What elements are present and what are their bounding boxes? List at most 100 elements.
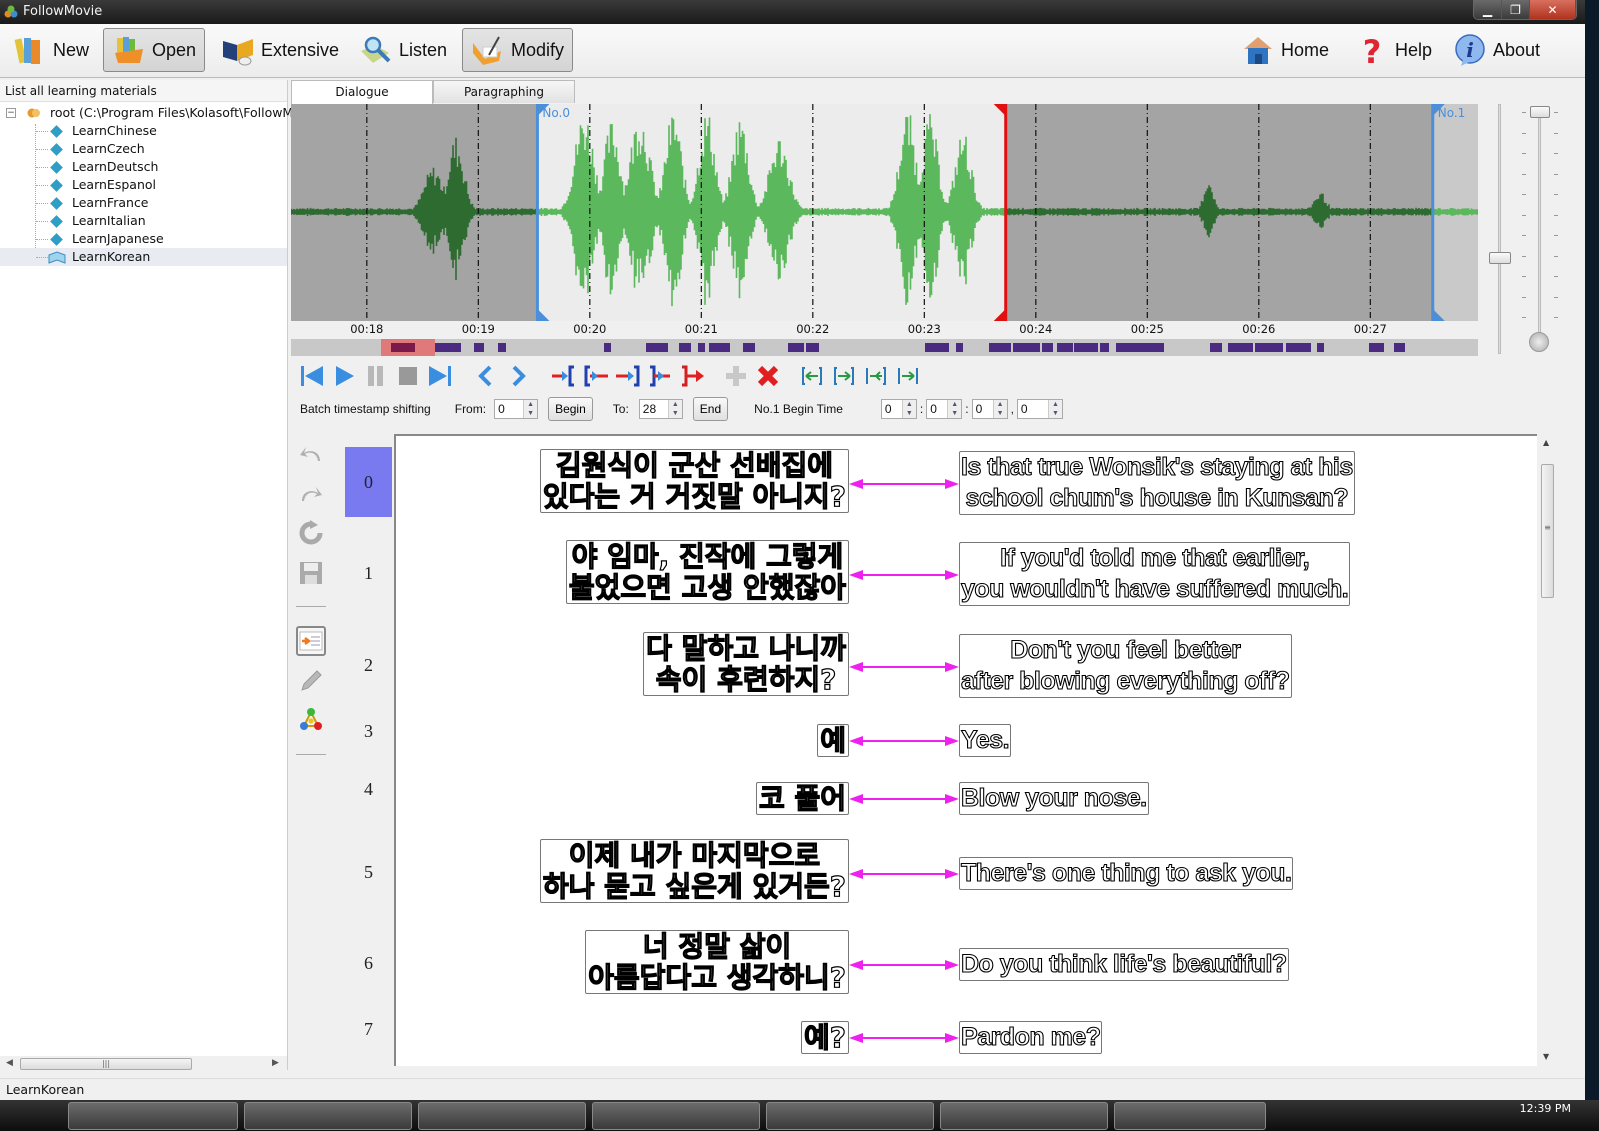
stop-button[interactable] — [392, 362, 424, 390]
subtitle-segment[interactable] — [709, 343, 730, 352]
tab-paragraphing[interactable]: Paragraphing — [433, 80, 575, 103]
seconds-spinner[interactable]: 0 ▲ ▼ — [971, 399, 1008, 419]
korean-subtitle[interactable]: 코 풀어 — [755, 782, 849, 815]
subtitle-segment[interactable] — [646, 343, 668, 352]
subtitle-segment[interactable] — [788, 343, 804, 352]
minutes-spinner[interactable]: 0 ▲ ▼ — [926, 399, 963, 419]
set-end-button[interactable] — [612, 362, 644, 390]
end-button[interactable]: End — [692, 397, 729, 421]
waveform-view[interactable]: No.0 No.1 — [291, 104, 1478, 321]
taskbar-button[interactable] — [766, 1102, 934, 1130]
scroll-down-arrow[interactable]: ▼ — [1543, 1052, 1549, 1061]
modify-button[interactable]: Modify — [462, 28, 574, 72]
sidebar-item[interactable]: LearnDeutsch — [0, 158, 287, 176]
korean-subtitle[interactable]: 이제 내가 마지막으로 하나 묻고 싶은게 있거든? — [539, 839, 849, 903]
subtitle-segment[interactable] — [1255, 343, 1283, 352]
row-index[interactable]: 0 — [345, 447, 392, 517]
link-arrow-icon[interactable] — [849, 868, 959, 880]
korean-subtitle[interactable]: 예 — [817, 724, 849, 757]
link-arrow-icon[interactable] — [849, 1032, 959, 1044]
subtitle-segment[interactable] — [1369, 343, 1384, 352]
korean-subtitle[interactable]: 김원식이 군산 선배집에 있다는 거 거짓말 아니지? — [539, 449, 849, 513]
shift-begin-left-button[interactable] — [796, 362, 828, 390]
english-subtitle[interactable]: Do you think life's beautiful? — [959, 948, 1289, 981]
row-index[interactable]: 3 — [345, 714, 392, 748]
move-begin-button[interactable] — [580, 362, 612, 390]
spinner-arrows[interactable]: ▲ ▼ — [1047, 400, 1062, 418]
home-button[interactable]: Home — [1232, 28, 1338, 72]
subtitle-segment[interactable] — [989, 343, 1011, 352]
subtitle-segment[interactable] — [1116, 343, 1164, 352]
subtitle-segment[interactable] — [1057, 343, 1073, 352]
link-arrow-icon[interactable] — [849, 661, 959, 673]
row-index[interactable]: 1 — [345, 538, 392, 608]
korean-subtitle[interactable]: 너 정말 삶이 아름답다고 생각하니? — [585, 930, 849, 994]
pause-button[interactable] — [360, 362, 392, 390]
korean-subtitle[interactable]: 예? — [800, 1021, 849, 1054]
collapse-toggle[interactable]: − — [6, 108, 16, 118]
spinner-arrows[interactable]: ▲ ▼ — [523, 400, 538, 418]
sidebar-item[interactable]: LearnItalian — [0, 212, 287, 230]
subtitle-segment[interactable] — [679, 343, 691, 352]
insert-line-button[interactable] — [296, 626, 326, 656]
shift-begin-right-button[interactable] — [828, 362, 860, 390]
scroll-left-arrow[interactable]: ◀ — [6, 1058, 13, 1068]
shift-end-left-button[interactable] — [860, 362, 892, 390]
subtitle-segment[interactable] — [498, 343, 506, 352]
english-subtitle[interactable]: There's one thing to ask you. — [959, 857, 1294, 890]
tree-root[interactable]: − root (C:\Program Files\Kolasoft\Follow… — [0, 104, 319, 122]
edit-pencil-button[interactable] — [296, 666, 326, 696]
link-arrow-icon[interactable] — [849, 959, 959, 971]
scroll-up-arrow[interactable]: ▲ — [1543, 438, 1549, 447]
listen-button[interactable]: Listen — [350, 28, 456, 72]
speaker-knob-icon[interactable] — [1529, 332, 1549, 352]
row-index[interactable]: 4 — [345, 772, 392, 806]
about-button[interactable]: i About — [1444, 28, 1549, 72]
milliseconds-spinner[interactable]: 0 ▲ ▼ — [1016, 399, 1063, 419]
sidebar-item[interactable]: LearnEspanol — [0, 176, 287, 194]
subtitle-segment[interactable] — [1317, 343, 1324, 352]
move-end-button[interactable] — [644, 362, 676, 390]
sidebar-item[interactable]: LearnFrance — [0, 194, 287, 212]
extensive-button[interactable]: Extensive — [212, 28, 348, 72]
sidebar-item[interactable]: LearnChinese — [0, 122, 287, 140]
minimize-button[interactable]: ▁ — [1474, 0, 1502, 19]
english-subtitle[interactable]: If you'd told me that earlier, you wouldn… — [959, 542, 1351, 606]
english-subtitle[interactable]: Blow your nose. — [959, 782, 1149, 815]
taskbar-button[interactable] — [1114, 1102, 1266, 1130]
row-index[interactable]: 5 — [345, 837, 392, 907]
subtitle-segment[interactable] — [391, 343, 415, 352]
subtitle-segment[interactable] — [1228, 343, 1253, 352]
spinner-arrows[interactable]: ▲ ▼ — [667, 400, 682, 418]
subtitle-segment[interactable] — [604, 343, 611, 352]
sidebar-item[interactable]: LearnCzech — [0, 140, 287, 158]
link-arrow-icon[interactable] — [849, 569, 959, 581]
segment-overview-bar[interactable] — [291, 339, 1478, 356]
close-button[interactable]: ✕ — [1530, 0, 1576, 19]
skip-start-button[interactable] — [296, 362, 328, 390]
scrollbar-thumb[interactable]: ≡ — [1541, 464, 1554, 598]
spinner-arrows[interactable]: ▲ ▼ — [992, 400, 1007, 418]
refresh-button[interactable] — [296, 518, 326, 548]
undo-button[interactable] — [296, 440, 326, 470]
subtitle-segment[interactable] — [743, 343, 755, 352]
subtitle-segment[interactable] — [435, 343, 461, 352]
link-arrow-icon[interactable] — [849, 478, 959, 490]
redo-button[interactable] — [296, 480, 326, 510]
delete-segment-button[interactable] — [752, 362, 784, 390]
taskbar-button[interactable] — [68, 1102, 238, 1130]
spinner-arrows[interactable]: ▲ ▼ — [901, 400, 916, 418]
sidebar-item[interactable]: LearnJapanese — [0, 230, 287, 248]
add-segment-button[interactable] — [720, 362, 752, 390]
sidebar-horizontal-scrollbar[interactable]: ◀ ||| ▶ — [0, 1056, 287, 1072]
english-subtitle[interactable]: Pardon me? — [959, 1021, 1103, 1054]
subtitle-segment[interactable] — [1074, 343, 1098, 352]
set-begin-button[interactable] — [548, 362, 580, 390]
restore-button[interactable]: ❐ — [1502, 0, 1530, 19]
begin-button[interactable]: Begin — [548, 397, 593, 421]
subtitle-segment[interactable] — [698, 343, 705, 352]
play-button[interactable] — [328, 362, 360, 390]
new-button[interactable]: New — [4, 28, 98, 72]
row-index[interactable]: 6 — [345, 928, 392, 998]
panel-vertical-scrollbar[interactable]: ▲ ≡ ▼ — [1539, 434, 1556, 1066]
